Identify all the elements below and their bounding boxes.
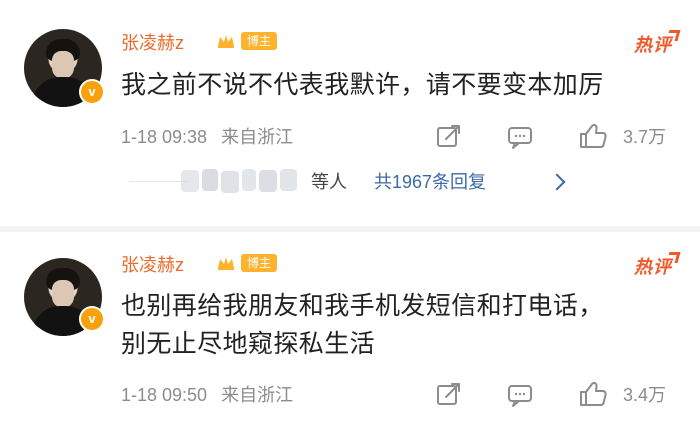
username[interactable]: 张凌赫z (121, 31, 184, 55)
like-button[interactable] (576, 379, 610, 409)
comment-location: 来自浙江 (221, 127, 294, 147)
verified-badge: v (79, 79, 105, 105)
like-button[interactable] (576, 121, 610, 151)
role-badge: 博主 (241, 254, 278, 272)
username[interactable]: 张凌赫z (121, 253, 184, 277)
chevron-right-icon[interactable] (548, 173, 566, 191)
view-replies-link[interactable]: 共1967条回复 (374, 171, 486, 193)
comment-text: 也别再给我朋友和我手机发短信和打电话， 别无止尽地窥探私生活 (121, 292, 604, 358)
role-badge: 博主 (241, 32, 278, 50)
crown-icon (218, 35, 234, 48)
comment-button[interactable] (505, 381, 535, 409)
comment-time: 1-18 09:50 (121, 385, 208, 405)
comment-button[interactable] (505, 123, 535, 151)
comment-card-1: v 张凌赫z 博主 热评 我之前不说不代表我默许，请不要变本加厉 1-18 09… (0, 0, 700, 226)
comment-meta: 1-18 09:38 来自浙江 (121, 127, 293, 147)
comment-location: 来自浙江 (221, 385, 294, 405)
divider-line (129, 181, 189, 182)
like-count: 3.7万 (623, 127, 667, 147)
comment-time: 1-18 09:38 (121, 127, 208, 147)
verified-badge: v (79, 306, 105, 332)
hot-comment-label: 热评 (634, 257, 672, 277)
comment-icon (508, 385, 532, 407)
thumbs-up-icon (580, 382, 607, 406)
share-icon (437, 125, 460, 147)
like-count: 3.4万 (623, 385, 667, 405)
comment-card-2: v 张凌赫z 博主 热评 也别再给我朋友和我手机发短信和打电话， 别无止尽地窥探… (0, 232, 700, 426)
crown-icon (218, 257, 234, 270)
comment-meta: 1-18 09:50 来自浙江 (121, 385, 293, 405)
share-button[interactable] (434, 122, 464, 150)
comment-text: 我之前不说不代表我默许，请不要变本加厉 (121, 71, 604, 99)
share-icon (437, 383, 460, 405)
comment-icon (508, 127, 532, 149)
share-button[interactable] (434, 380, 464, 408)
blurred-replier-names (181, 169, 307, 193)
thumbs-up-icon (580, 124, 607, 148)
reply-summary-suffix: 等人 (311, 172, 347, 192)
hot-comment-label: 热评 (634, 35, 672, 55)
